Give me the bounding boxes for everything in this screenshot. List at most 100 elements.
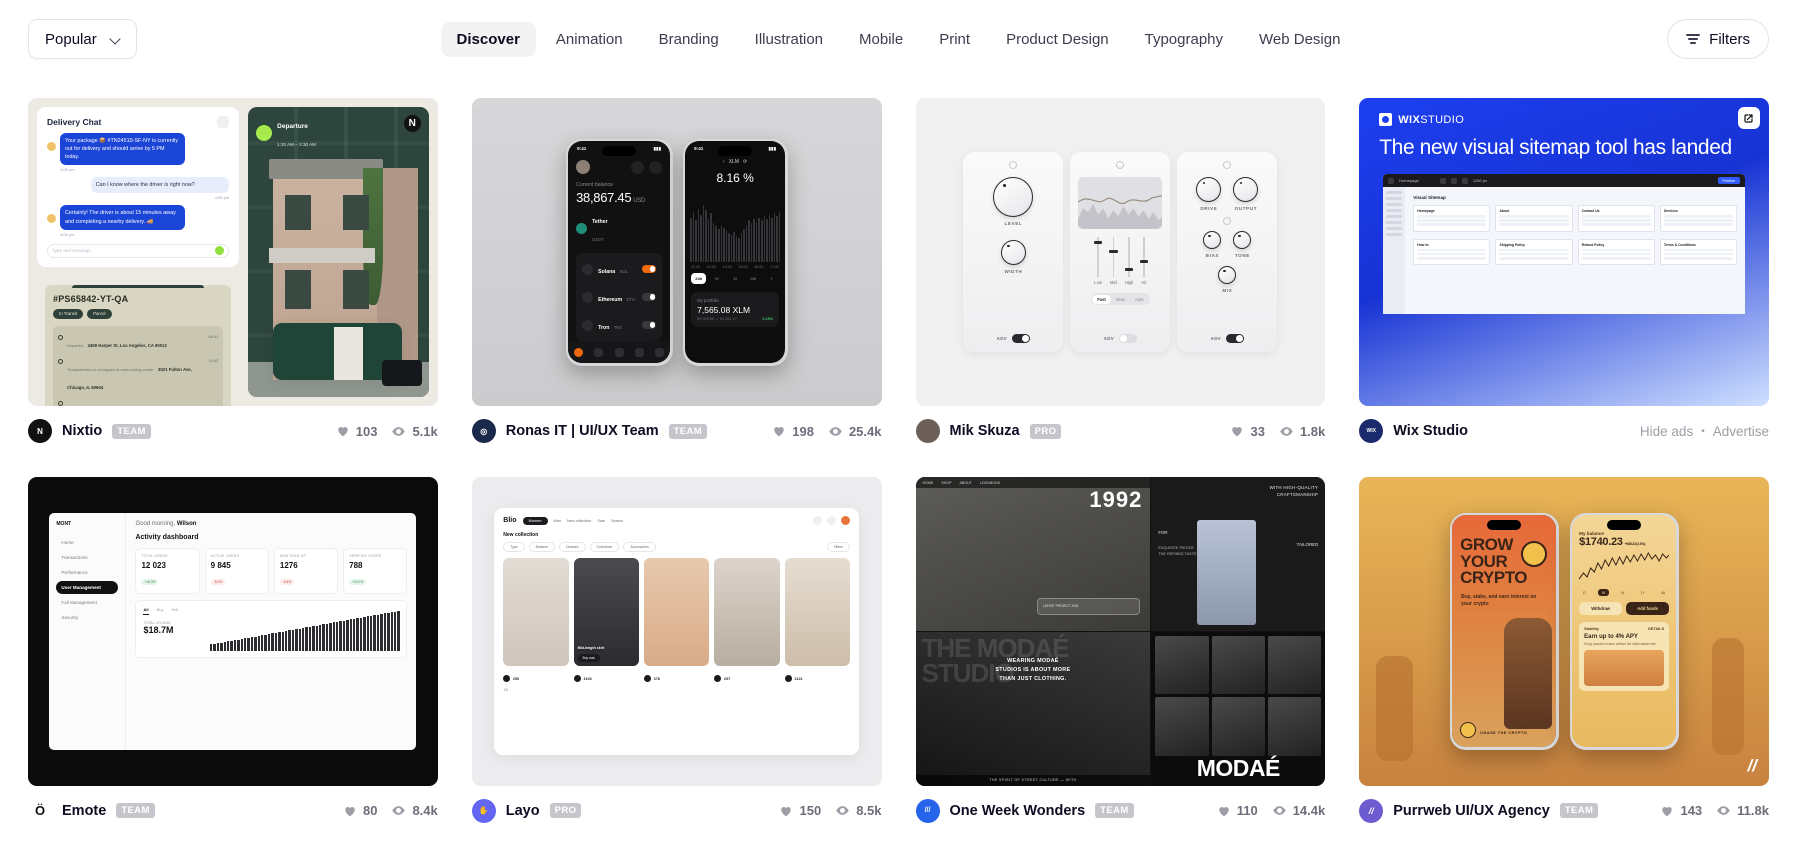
shot-author[interactable]: Layo [506, 803, 540, 819]
sitemap-node[interactable]: Contact Us [1577, 205, 1655, 232]
power-icon[interactable] [1009, 161, 1018, 170]
avatar[interactable]: ✋ [471, 798, 496, 823]
power-icon[interactable] [1116, 161, 1125, 170]
sidebar-item-transactions[interactable]: Transactions [56, 551, 118, 564]
product-card[interactable] [714, 558, 780, 667]
sidebar-item-user-management[interactable]: User Management [56, 581, 119, 595]
tab-animation[interactable]: Animation [540, 22, 639, 57]
sitemap-node[interactable]: How to [1413, 238, 1491, 266]
sitemap-node[interactable]: Shipping Policy [1495, 238, 1573, 266]
publish-button[interactable]: Publish [1717, 177, 1740, 184]
withdraw-button[interactable]: Withdraw [1579, 602, 1623, 616]
sidebar-item-performance[interactable]: Performance [56, 566, 118, 579]
chip-accessories[interactable]: Accessories [623, 542, 656, 553]
sort-dropdown[interactable]: Popular [28, 19, 137, 59]
sidebar-item-security[interactable]: Security [56, 611, 118, 624]
nav-home[interactable]: HOME [923, 481, 934, 485]
knob-bias[interactable] [1203, 231, 1222, 250]
nav-lookbook[interactable]: LOOKBOOK [980, 481, 1000, 485]
shot-thumbnail-emote-dashboard[interactable]: MONT Home Transactions Performance User … [28, 477, 438, 786]
account-avatar[interactable] [840, 516, 850, 526]
product-card[interactable] [784, 558, 850, 667]
toggle-switch[interactable] [642, 293, 657, 301]
cart-icon[interactable] [826, 516, 836, 526]
shop-filters-button[interactable]: Filters [826, 542, 850, 553]
range-w[interactable]: W [1597, 589, 1610, 597]
avatar[interactable] [576, 160, 591, 175]
product-card[interactable] [503, 558, 569, 667]
sitemap-node[interactable]: Homepage [1413, 205, 1491, 232]
shot-author[interactable]: Purrweb UI/UX Agency [1393, 803, 1550, 819]
sidebar-item-fail-management[interactable]: Fail Management [56, 596, 118, 609]
range-24h[interactable]: 24h [691, 273, 707, 285]
tab-illustration[interactable]: Illustration [739, 22, 839, 57]
knob-width[interactable] [1000, 240, 1026, 266]
color-swatch[interactable] [503, 675, 511, 683]
range-w[interactable]: W [709, 273, 724, 284]
cta-button[interactable]: CHASE THE CRYPTO [1480, 730, 1527, 735]
slider-air[interactable]: Air [1139, 237, 1149, 285]
list-item[interactable]: Tether USDT [576, 205, 662, 251]
adv-toggle[interactable] [1012, 334, 1031, 344]
send-icon[interactable] [215, 246, 225, 256]
tab-home-icon[interactable] [573, 347, 583, 357]
shot-author[interactable]: Ronas IT | UI/UX Team [506, 423, 659, 439]
hide-ads-link[interactable]: Hide ads [1640, 424, 1693, 439]
shot-thumbnail-purrweb-crypto[interactable]: GROW YOUR CRYPTO Buy, stake, and earn in… [1359, 477, 1769, 786]
tab-print[interactable]: Print [923, 22, 986, 57]
chip-dresses[interactable]: Dresses [559, 542, 586, 553]
shot-thumbnail-nixtio[interactable]: Delivery Chat Your package 📦 #TN24510-SF… [28, 98, 438, 407]
shot-author[interactable]: Nixtio [62, 423, 102, 439]
tab-typography[interactable]: Typography [1129, 22, 1239, 57]
sitemap-node[interactable]: Services [1659, 205, 1737, 232]
slider-mid[interactable]: Mid [1109, 237, 1118, 285]
list-item[interactable]: Ethereum ETH [582, 283, 657, 311]
slider-high[interactable]: High [1125, 237, 1133, 285]
color-swatch[interactable] [714, 675, 722, 683]
range-1y[interactable]: 1Y [1637, 589, 1649, 596]
link-icon[interactable] [1223, 217, 1232, 226]
product-card[interactable] [643, 558, 710, 667]
slider-low[interactable]: Low [1093, 237, 1103, 285]
promo-card[interactable]: Stability DETAILS Earn up to 4% APY Enjo… [1579, 622, 1670, 692]
chart-tab-all[interactable]: All [143, 607, 149, 616]
shot-author[interactable]: Emote [62, 803, 106, 819]
shot-thumbnail-wix-ad[interactable]: WIXSTUDIO The new visual sitemap tool ha… [1359, 98, 1769, 407]
sitemap-node[interactable]: Refund Policy [1577, 238, 1655, 266]
color-swatch[interactable] [573, 675, 581, 683]
toggle-switch[interactable] [642, 265, 657, 273]
avatar[interactable]: /// [915, 798, 940, 823]
color-swatch[interactable] [784, 675, 792, 683]
chart-tab-buy[interactable]: Buy [157, 607, 164, 615]
chart-tab-sell[interactable]: Sell [171, 607, 178, 615]
avatar[interactable]: WIX [1359, 419, 1384, 444]
promo-details-link[interactable]: DETAILS [1648, 627, 1664, 631]
knob-tone[interactable] [1233, 231, 1252, 250]
avatar[interactable]: Ö [28, 798, 52, 823]
power-icon[interactable] [1223, 161, 1232, 170]
external-link-icon[interactable] [1738, 107, 1760, 129]
shot-thumbnail-modae[interactable]: HOME SHOP ABOUT LOOKBOOK 1992 LATEST PRO… [915, 477, 1326, 786]
range-y[interactable]: Y [764, 273, 779, 284]
refresh-icon[interactable]: ⟳ [743, 159, 747, 165]
adv-toggle[interactable] [1226, 334, 1245, 344]
nav-women[interactable]: Women [522, 516, 548, 525]
tab-card-icon[interactable] [614, 347, 624, 357]
knob-level[interactable] [993, 177, 1034, 218]
mode-fast[interactable]: Fast [1092, 294, 1111, 304]
knob-mix[interactable] [1218, 266, 1237, 285]
knob-output[interactable] [1233, 177, 1259, 203]
tab-settings-icon[interactable] [655, 347, 665, 357]
adv-toggle[interactable] [1119, 334, 1138, 344]
tab-web-design[interactable]: Web Design [1243, 22, 1356, 57]
chip-bottoms[interactable]: Bottoms [528, 542, 556, 553]
shot-thumbnail-ronas[interactable]: 9:41 ▮▮▮ Current balance 38,867.45 USD Tet… [471, 98, 882, 407]
advertise-link[interactable]: Advertise [1713, 424, 1769, 439]
shot-thumbnail-audio-plugin[interactable]: LEVEL WIDTH ADV Low Mid High Air Fast Sl… [915, 98, 1326, 407]
tab-product-design[interactable]: Product Design [990, 22, 1125, 57]
toggle-switch[interactable] [642, 321, 657, 329]
shot-author[interactable]: Mik Skuza [950, 423, 1020, 439]
shot-thumbnail-layo-shop[interactable]: Blio Women Men New collection Sale Searc… [471, 477, 882, 786]
wishlist-icon[interactable] [812, 516, 822, 526]
list-item[interactable]: Solana SOL [582, 255, 657, 283]
